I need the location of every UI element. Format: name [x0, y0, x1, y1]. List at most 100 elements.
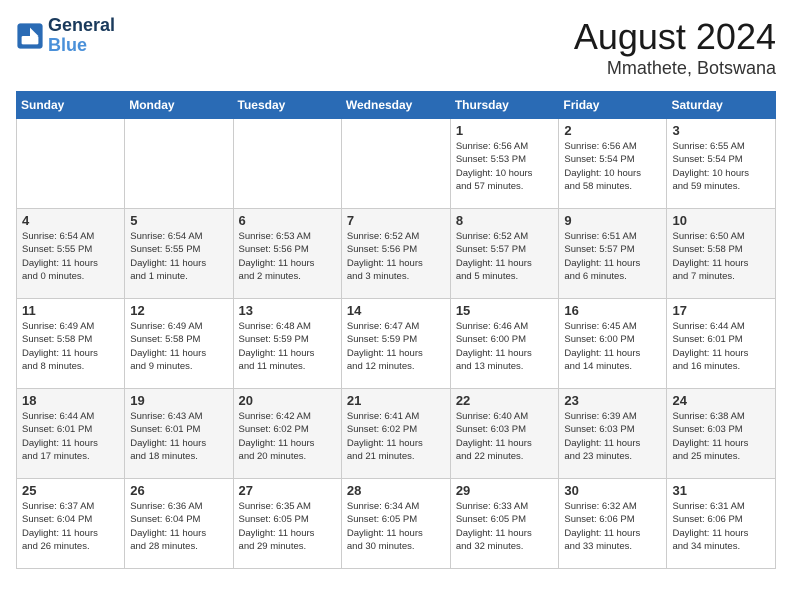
calendar-cell: 23Sunrise: 6:39 AM Sunset: 6:03 PM Dayli… — [559, 389, 667, 479]
day-info: Sunrise: 6:37 AM Sunset: 6:04 PM Dayligh… — [22, 500, 119, 553]
day-number: 2 — [564, 123, 661, 138]
day-info: Sunrise: 6:51 AM Sunset: 5:57 PM Dayligh… — [564, 230, 661, 283]
calendar-cell: 18 Sunrise: 6:44 AM Sunset: 6:01 PM Dayli… — [17, 389, 125, 479]
weekday-header-cell: Saturday — [667, 92, 776, 119]
day-number: 8 — [456, 213, 554, 228]
day-number: 16 — [564, 303, 661, 318]
day-info: Sunrise: 6:46 AM Sunset: 6:00 PM Dayligh… — [456, 320, 554, 373]
day-number: 25 — [22, 483, 119, 498]
calendar-cell: 19 Sunrise: 6:43 AM Sunset: 6:01 PM Dayli… — [125, 389, 233, 479]
day-info: Sunrise: 6:52 AM Sunset: 5:56 PM Dayligh… — [347, 230, 445, 283]
logo: GeneralBlue — [16, 16, 115, 56]
day-info: Sunrise: 6:41 AM Sunset: 6:02 PM Dayligh… — [347, 410, 445, 463]
calendar-cell: 7 Sunrise: 6:52 AM Sunset: 5:56 PM Daylig… — [341, 209, 450, 299]
calendar-cell — [233, 119, 341, 209]
weekday-header-cell: Wednesday — [341, 92, 450, 119]
day-info: Sunrise: 6:55 AM Sunset: 5:54 PM Dayligh… — [672, 140, 770, 193]
day-number: 20 — [239, 393, 336, 408]
calendar-cell — [17, 119, 125, 209]
calendar-cell: 10 Sunrise: 6:50 AM Sunset: 5:58 PM Dayli… — [667, 209, 776, 299]
day-number: 15 — [456, 303, 554, 318]
day-info: Sunrise: 6:56 AM Sunset: 5:54 PM Dayligh… — [564, 140, 661, 193]
title-block: August 2024 Mmathete, Botswana — [574, 16, 776, 79]
calendar-cell — [125, 119, 233, 209]
calendar-cell: 31 Sunrise: 6:31 AM Sunset: 6:06 PM Dayli… — [667, 479, 776, 569]
day-number: 22 — [456, 393, 554, 408]
day-number: 17 — [672, 303, 770, 318]
day-info: Sunrise: 6:54 AM Sunset: 5:55 PM Dayligh… — [22, 230, 119, 283]
day-number: 11 — [22, 303, 119, 318]
day-info: Sunrise: 6:33 AM Sunset: 6:05 PM Dayligh… — [456, 500, 554, 553]
day-number: 31 — [672, 483, 770, 498]
calendar-cell: 21 Sunrise: 6:41 AM Sunset: 6:02 PM Dayli… — [341, 389, 450, 479]
day-number: 6 — [239, 213, 336, 228]
calendar-cell: 6 Sunrise: 6:53 AM Sunset: 5:56 PM Daylig… — [233, 209, 341, 299]
day-info: Sunrise: 6:32 AM Sunset: 6:06 PM Dayligh… — [564, 500, 661, 553]
calendar-cell: 1 Sunrise: 6:56 AM Sunset: 5:53 PM Daylig… — [450, 119, 559, 209]
calendar-cell: 2 Sunrise: 6:56 AM Sunset: 5:54 PM Daylig… — [559, 119, 667, 209]
day-info: Sunrise: 6:50 AM Sunset: 5:58 PM Dayligh… — [672, 230, 770, 283]
day-number: 13 — [239, 303, 336, 318]
day-info: Sunrise: 6:53 AM Sunset: 5:56 PM Dayligh… — [239, 230, 336, 283]
day-number: 21 — [347, 393, 445, 408]
day-info: Sunrise: 6:38 AM Sunset: 6:03 PM Dayligh… — [672, 410, 770, 463]
day-info: Sunrise: 6:49 AM Sunset: 5:58 PM Dayligh… — [130, 320, 227, 373]
day-number: 4 — [22, 213, 119, 228]
day-number: 30 — [564, 483, 661, 498]
day-info: Sunrise: 6:56 AM Sunset: 5:53 PM Dayligh… — [456, 140, 554, 193]
day-number: 27 — [239, 483, 336, 498]
weekday-header-cell: Tuesday — [233, 92, 341, 119]
day-number: 7 — [347, 213, 445, 228]
calendar-cell — [341, 119, 450, 209]
day-number: 28 — [347, 483, 445, 498]
month-title: August 2024 — [574, 16, 776, 58]
calendar-week-row: 18 Sunrise: 6:44 AM Sunset: 6:01 PM Dayli… — [17, 389, 776, 479]
calendar-cell: 24 Sunrise: 6:38 AM Sunset: 6:03 PM Dayli… — [667, 389, 776, 479]
location-title: Mmathete, Botswana — [574, 58, 776, 79]
day-info: Sunrise: 6:31 AM Sunset: 6:06 PM Dayligh… — [672, 500, 770, 553]
day-number: 9 — [564, 213, 661, 228]
day-info: Sunrise: 6:40 AM Sunset: 6:03 PM Dayligh… — [456, 410, 554, 463]
day-number: 14 — [347, 303, 445, 318]
day-info: Sunrise: 6:36 AM Sunset: 6:04 PM Dayligh… — [130, 500, 227, 553]
calendar-week-row: 11 Sunrise: 6:49 AM Sunset: 5:58 PM Dayli… — [17, 299, 776, 389]
calendar-body: 1 Sunrise: 6:56 AM Sunset: 5:53 PM Daylig… — [17, 119, 776, 569]
calendar-cell: 29 Sunrise: 6:33 AM Sunset: 6:05 PM Dayli… — [450, 479, 559, 569]
day-number: 1 — [456, 123, 554, 138]
day-info: Sunrise: 6:35 AM Sunset: 6:05 PM Dayligh… — [239, 500, 336, 553]
day-number: 10 — [672, 213, 770, 228]
weekday-header-cell: Sunday — [17, 92, 125, 119]
calendar-cell: 16 Sunrise: 6:45 AM Sunset: 6:00 PM Dayli… — [559, 299, 667, 389]
calendar-cell: 30 Sunrise: 6:32 AM Sunset: 6:06 PM Dayli… — [559, 479, 667, 569]
calendar-cell: 28Sunrise: 6:34 AM Sunset: 6:05 PM Dayli… — [341, 479, 450, 569]
day-info: Sunrise: 6:44 AM Sunset: 6:01 PM Dayligh… — [672, 320, 770, 373]
calendar-cell: 13 Sunrise: 6:48 AM Sunset: 5:59 PM Dayli… — [233, 299, 341, 389]
calendar-cell: 22 Sunrise: 6:40 AM Sunset: 6:03 PM Dayli… — [450, 389, 559, 479]
calendar-week-row: 1 Sunrise: 6:56 AM Sunset: 5:53 PM Daylig… — [17, 119, 776, 209]
day-number: 12 — [130, 303, 227, 318]
day-number: 19 — [130, 393, 227, 408]
calendar-week-row: 4 Sunrise: 6:54 AM Sunset: 5:55 PM Daylig… — [17, 209, 776, 299]
day-number: 29 — [456, 483, 554, 498]
day-info: Sunrise: 6:44 AM Sunset: 6:01 PM Dayligh… — [22, 410, 119, 463]
calendar-table: SundayMondayTuesdayWednesdayThursdayFrid… — [16, 91, 776, 569]
calendar-cell: 27 Sunrise: 6:35 AM Sunset: 6:05 PM Dayli… — [233, 479, 341, 569]
logo-text: GeneralBlue — [48, 16, 115, 56]
day-info: Sunrise: 6:42 AM Sunset: 6:02 PM Dayligh… — [239, 410, 336, 463]
day-number: 26 — [130, 483, 227, 498]
day-info: Sunrise: 6:49 AM Sunset: 5:58 PM Dayligh… — [22, 320, 119, 373]
day-info: Sunrise: 6:54 AM Sunset: 5:55 PM Dayligh… — [130, 230, 227, 283]
day-info: Sunrise: 6:45 AM Sunset: 6:00 PM Dayligh… — [564, 320, 661, 373]
calendar-cell: 4 Sunrise: 6:54 AM Sunset: 5:55 PM Daylig… — [17, 209, 125, 299]
day-info: Sunrise: 6:48 AM Sunset: 5:59 PM Dayligh… — [239, 320, 336, 373]
calendar-week-row: 25 Sunrise: 6:37 AM Sunset: 6:04 PM Dayli… — [17, 479, 776, 569]
calendar-cell: 14 Sunrise: 6:47 AM Sunset: 5:59 PM Dayli… — [341, 299, 450, 389]
day-info: Sunrise: 6:47 AM Sunset: 5:59 PM Dayligh… — [347, 320, 445, 373]
day-info: Sunrise: 6:43 AM Sunset: 6:01 PM Dayligh… — [130, 410, 227, 463]
day-number: 24 — [672, 393, 770, 408]
weekday-header-cell: Thursday — [450, 92, 559, 119]
calendar-cell: 9 Sunrise: 6:51 AM Sunset: 5:57 PM Daylig… — [559, 209, 667, 299]
logo-icon — [16, 22, 44, 50]
day-number: 18 — [22, 393, 119, 408]
calendar-cell: 26 Sunrise: 6:36 AM Sunset: 6:04 PM Dayli… — [125, 479, 233, 569]
